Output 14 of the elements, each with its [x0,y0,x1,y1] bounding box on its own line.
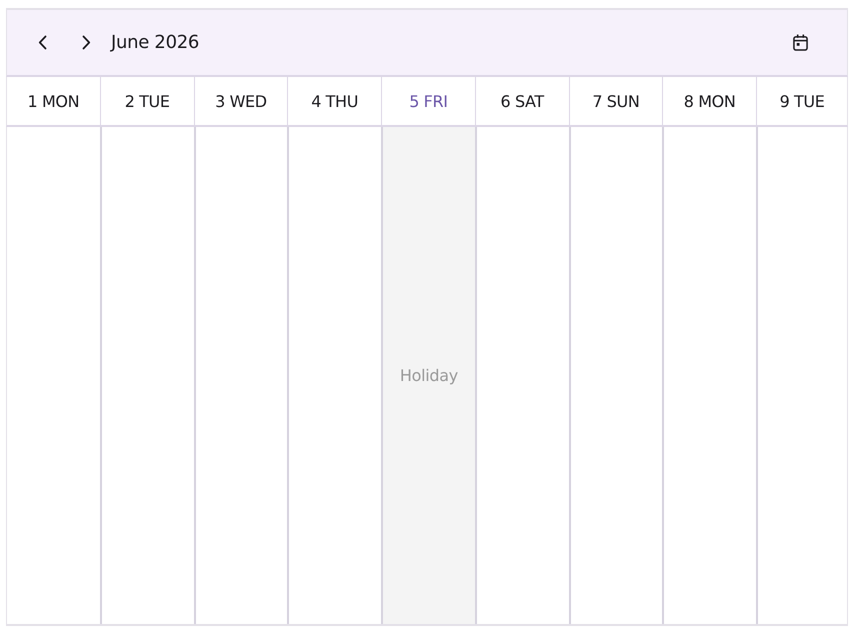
day-header[interactable]: 3 WED [194,77,288,127]
day-header[interactable]: 8 MON [662,77,756,127]
month-title[interactable]: June 2026 [111,32,200,53]
day-header[interactable]: 2 TUE [100,77,194,127]
region-label: Holiday [400,366,458,385]
day-header[interactable]: 1 MON [6,77,100,127]
day-header[interactable]: 4 THU [287,77,381,127]
day-header[interactable]: 6 SAT [474,77,568,127]
calendar-icon [792,34,808,51]
day-header[interactable]: 7 SUN [568,77,662,127]
day-column[interactable] [756,127,848,624]
chevron-right-icon [82,35,90,50]
day-header[interactable]: 9 TUE [756,77,848,127]
chevron-left-icon [38,35,46,50]
